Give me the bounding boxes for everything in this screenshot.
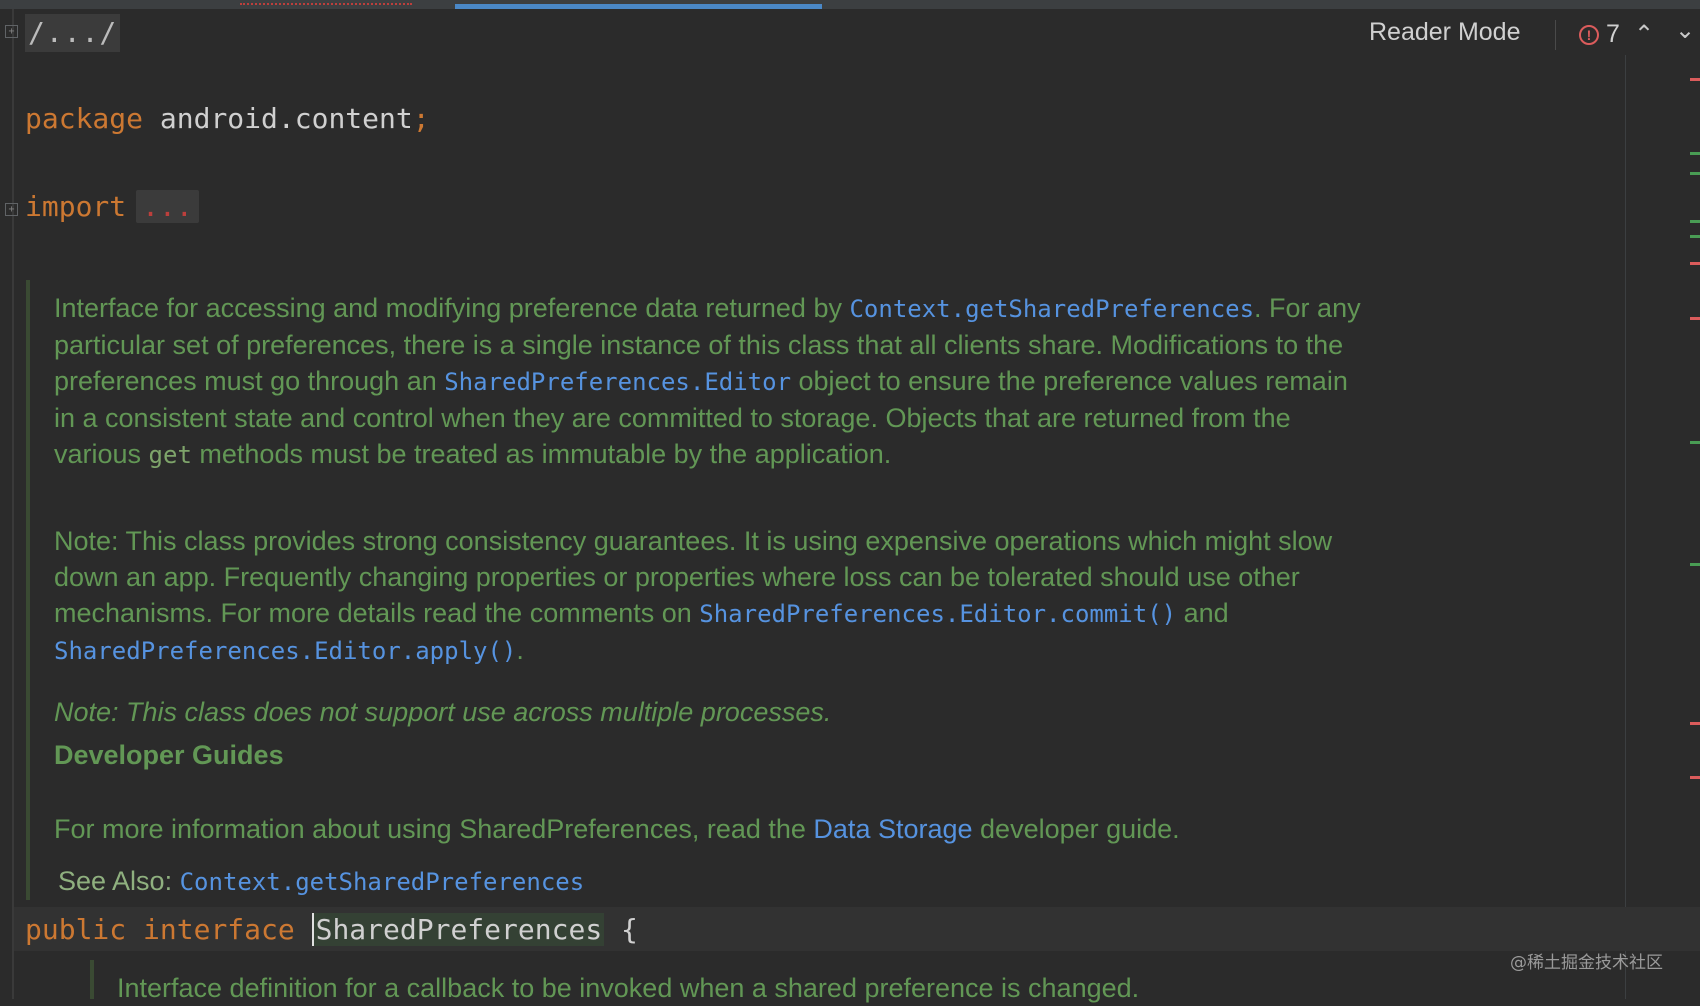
developer-guides-heading: Developer Guides — [54, 740, 284, 770]
semicolon: ; — [412, 102, 430, 135]
class-name[interactable]: SharedPreferences — [311, 913, 605, 946]
error-stripe-marker[interactable] — [1690, 262, 1700, 265]
ok-stripe-marker[interactable] — [1690, 220, 1700, 223]
public-keyword: public — [25, 913, 127, 946]
doc-paragraph-4: For more information about using SharedP… — [54, 814, 1180, 844]
link-data-storage[interactable]: Data Storage — [813, 814, 972, 844]
ok-stripe-marker[interactable] — [1690, 172, 1700, 175]
link-context-getsharedpreferences[interactable]: Context.getSharedPreferences — [849, 295, 1254, 323]
active-tab-indicator[interactable] — [455, 4, 822, 9]
error-stripe-marker[interactable] — [1690, 317, 1700, 320]
error-stripe-marker[interactable] — [1690, 78, 1700, 81]
link-editor-apply[interactable]: SharedPreferences.Editor.apply() — [54, 637, 516, 665]
open-brace: { — [621, 913, 638, 946]
fold-expand-icon[interactable]: + — [5, 25, 18, 38]
error-icon[interactable]: ! — [1579, 25, 1599, 45]
link-editor-commit[interactable]: SharedPreferences.Editor.commit() — [699, 600, 1176, 628]
doc-paragraph-1: Interface for accessing and modifying pr… — [54, 293, 1361, 469]
see-also: See Also: Context.getSharedPreferences — [58, 866, 585, 896]
toolbar-separator — [1555, 20, 1556, 50]
next-highlight-icon[interactable]: ⌄ — [1675, 16, 1695, 44]
doc-note-processes: Note: This class does not support use ac… — [54, 697, 832, 727]
ok-stripe-marker[interactable] — [1690, 563, 1700, 566]
import-keyword: import — [25, 190, 127, 223]
previous-highlight-icon[interactable]: ⌃ — [1634, 20, 1654, 48]
ok-stripe-marker[interactable] — [1690, 441, 1700, 444]
collapsed-header-comment[interactable]: /.../ — [25, 14, 121, 52]
editor-gutter — [12, 9, 14, 999]
ok-stripe-marker[interactable] — [1690, 235, 1700, 238]
ok-stripe-marker[interactable] — [1690, 152, 1700, 155]
interface-declaration[interactable]: public interface SharedPreferences { — [25, 913, 638, 946]
reader-mode-button[interactable]: Reader Mode — [1369, 18, 1520, 47]
link-see-also-context[interactable]: Context.getSharedPreferences — [180, 868, 585, 896]
interface-keyword: interface — [143, 913, 295, 946]
error-count[interactable]: 7 — [1606, 20, 1620, 49]
package-keyword: package — [25, 102, 144, 135]
fold-imports-icon[interactable]: + — [5, 203, 18, 216]
inner-doc-text: Interface definition for a callback to b… — [117, 973, 1140, 1003]
package-declaration[interactable]: package android.content; — [25, 102, 430, 135]
error-stripe-marker[interactable] — [1690, 776, 1700, 779]
package-name: android.content — [159, 102, 413, 135]
watermark: @稀土掘金技术社区 — [1510, 953, 1663, 973]
right-margin-guide — [1625, 55, 1626, 999]
doc-paragraph-2: Note: This class provides strong consist… — [54, 526, 1333, 665]
tab-error-indicator — [240, 0, 412, 5]
link-sharedpreferences-editor[interactable]: SharedPreferences.Editor — [444, 368, 791, 396]
error-stripe-marker[interactable] — [1690, 722, 1700, 725]
import-statement[interactable]: import... — [25, 190, 199, 223]
collapsed-imports[interactable]: ... — [136, 190, 199, 223]
